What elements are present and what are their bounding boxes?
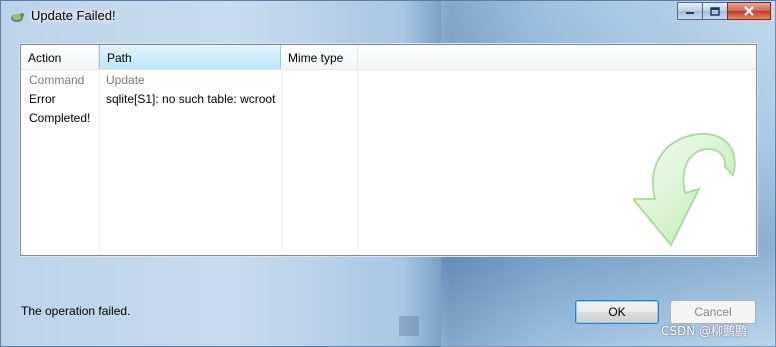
- column-header-mime-type[interactable]: Mime type: [281, 45, 358, 69]
- minimize-icon: [686, 12, 694, 14]
- column-divider: [358, 69, 359, 255]
- results-list[interactable]: Action Path Mime type Command Update Err…: [20, 44, 757, 256]
- window-title: Update Failed!: [31, 8, 116, 23]
- row-error-path: sqlite[S1]: no such table: wcroot: [106, 92, 276, 106]
- column-header-path[interactable]: Path: [99, 45, 281, 69]
- update-arrow-icon: [633, 132, 736, 247]
- row-command-path: Update: [106, 73, 145, 87]
- column-divider: [99, 69, 100, 255]
- maximize-button[interactable]: [702, 2, 728, 20]
- row-error-action: Error: [29, 92, 56, 106]
- tortoise-svn-icon: [11, 13, 24, 22]
- taskbar-icon: [399, 316, 419, 336]
- column-divider: [281, 69, 282, 255]
- list-header: Action Path Mime type: [21, 45, 756, 70]
- status-message: The operation failed.: [21, 304, 131, 318]
- watermark-text: CSDN @柳鹏鹏: [661, 324, 748, 338]
- window-controls: [677, 2, 771, 21]
- close-icon: [744, 6, 754, 16]
- row-completed-action: Completed!: [29, 111, 91, 125]
- title-bar[interactable]: Update Failed!: [1, 1, 776, 31]
- dialog-window: Update Failed! Action Path Mime type Com…: [0, 0, 776, 347]
- ok-button[interactable]: OK: [575, 300, 659, 324]
- row-command-action: Command: [29, 73, 85, 87]
- maximize-icon: [710, 6, 720, 16]
- minimize-button[interactable]: [677, 2, 703, 20]
- close-button[interactable]: [727, 2, 771, 20]
- cancel-button[interactable]: Cancel: [670, 300, 756, 324]
- column-header-action[interactable]: Action: [21, 45, 99, 69]
